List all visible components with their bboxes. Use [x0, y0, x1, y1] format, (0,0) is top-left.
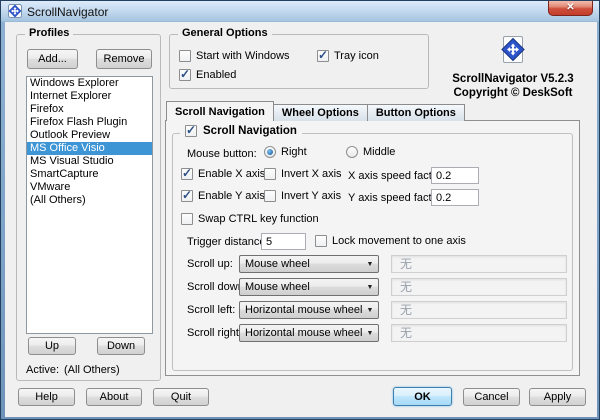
start-with-windows-field[interactable]: Start with Windows: [179, 50, 290, 62]
scroll-left-label: Scroll left:: [187, 304, 235, 316]
profile-list-item[interactable]: Internet Explorer: [27, 90, 152, 103]
profile-list-item[interactable]: Firefox Flash Plugin: [27, 116, 152, 129]
start-with-windows-checkbox[interactable]: [179, 50, 191, 62]
scroll-up-hotkey-field: 无: [391, 255, 567, 273]
help-button[interactable]: Help: [18, 388, 75, 406]
profile-list-item[interactable]: VMware: [27, 181, 152, 194]
invert-x-axis-checkbox[interactable]: [264, 168, 276, 180]
about-button[interactable]: About: [86, 388, 142, 406]
quit-button[interactable]: Quit: [153, 388, 209, 406]
swap-ctrl-field[interactable]: Swap CTRL key function: [181, 213, 319, 225]
general-options-title: General Options: [178, 27, 272, 39]
profile-list-item[interactable]: MS Visual Studio: [27, 155, 152, 168]
scroll-left-dropdown[interactable]: Horizontal mouse wheel ▼: [239, 301, 379, 319]
y-speed-factor-input[interactable]: [431, 189, 479, 206]
profile-list-item[interactable]: (All Others): [27, 194, 152, 207]
enable-x-axis-field[interactable]: Enable X axis: [181, 168, 265, 180]
enable-y-axis-checkbox[interactable]: [181, 190, 193, 202]
cancel-button[interactable]: Cancel: [463, 388, 520, 406]
mouse-button-middle-field[interactable]: Middle: [346, 146, 395, 158]
chevron-down-icon: ▼: [362, 330, 378, 337]
app-version: ScrollNavigator V5.2.3: [435, 73, 591, 85]
active-profile-row: Active: (All Others): [26, 364, 120, 376]
dialog-content: Profiles Add... Remove Windows Explorer …: [5, 22, 597, 417]
tab-wheel-options[interactable]: Wheel Options: [273, 104, 368, 121]
scroll-up-label: Scroll up:: [187, 258, 233, 270]
enable-y-axis-field[interactable]: Enable Y axis: [181, 190, 265, 202]
ok-button[interactable]: OK: [393, 387, 452, 406]
move-down-button[interactable]: Down: [97, 337, 145, 355]
add-profile-button[interactable]: Add...: [27, 49, 78, 69]
enabled-checkbox[interactable]: [179, 69, 191, 81]
scroll-right-dropdown[interactable]: Horizontal mouse wheel ▼: [239, 324, 379, 342]
scroll-left-hotkey-field: 无: [391, 301, 567, 319]
mouse-button-label: Mouse button:: [187, 148, 257, 160]
middle-radio[interactable]: [346, 146, 358, 158]
lock-movement-checkbox[interactable]: [315, 235, 327, 247]
mouse-button-right-field[interactable]: Right: [264, 146, 307, 158]
scroll-down-dropdown[interactable]: Mouse wheel ▼: [239, 278, 379, 296]
profile-list-item[interactable]: Windows Explorer: [27, 77, 152, 90]
invert-x-axis-field[interactable]: Invert X axis: [264, 168, 342, 180]
scroll-navigation-checkbox[interactable]: [185, 125, 197, 137]
active-profile-value: (All Others): [64, 364, 120, 376]
invert-y-axis-checkbox[interactable]: [264, 190, 276, 202]
close-button[interactable]: ✕: [548, 1, 593, 16]
profiles-listbox[interactable]: Windows Explorer Internet Explorer Firef…: [26, 76, 153, 334]
active-label: Active:: [26, 364, 59, 376]
general-options-group: General Options Start with Windows Tray …: [169, 34, 429, 89]
scroll-navigation-group-caption[interactable]: Scroll Navigation: [180, 125, 302, 137]
branding-block: ScrollNavigator V5.2.3 Copyright © DeskS…: [435, 36, 591, 99]
profile-list-item[interactable]: Firefox: [27, 103, 152, 116]
copyright: Copyright © DeskSoft: [435, 87, 591, 99]
tab-strip: Scroll Navigation Wheel Options Button O…: [166, 101, 465, 121]
chevron-down-icon: ▼: [362, 284, 378, 291]
scroll-right-hotkey-field: 无: [391, 324, 567, 342]
titlebar[interactable]: ScrollNavigator ✕: [1, 1, 599, 22]
remove-profile-button[interactable]: Remove: [96, 49, 152, 69]
trigger-distance-label: Trigger distance:: [187, 236, 269, 248]
scroll-navigator-logo-icon: [500, 53, 526, 70]
profiles-group: Profiles Add... Remove Windows Explorer …: [16, 34, 161, 381]
enabled-field[interactable]: Enabled: [179, 69, 236, 81]
scrollnavigator-window: ScrollNavigator ✕ Profiles Add... Remove…: [0, 0, 600, 420]
tray-icon-checkbox[interactable]: [317, 50, 329, 62]
app-icon: [8, 4, 22, 18]
invert-y-axis-field[interactable]: Invert Y axis: [264, 190, 341, 202]
scroll-up-dropdown[interactable]: Mouse wheel ▼: [239, 255, 379, 273]
profile-list-item[interactable]: SmartCapture: [27, 168, 152, 181]
tab-scroll-navigation[interactable]: Scroll Navigation: [166, 101, 274, 121]
enable-x-axis-checkbox[interactable]: [181, 168, 193, 180]
profile-list-item[interactable]: Outlook Preview: [27, 129, 152, 142]
scroll-down-hotkey-field: 无: [391, 278, 567, 296]
chevron-down-icon: ▼: [362, 261, 378, 268]
trigger-distance-input[interactable]: [261, 233, 306, 250]
scroll-navigation-panel: Scroll Navigation Mouse button: Right Mi…: [165, 120, 580, 376]
window-title: ScrollNavigator: [27, 5, 108, 19]
profile-list-item[interactable]: MS Office Visio: [27, 142, 152, 155]
y-speed-factor-label: Y axis speed factor:: [348, 192, 444, 204]
scroll-down-label: Scroll down:: [187, 281, 247, 293]
tray-icon-field[interactable]: Tray icon: [317, 50, 379, 62]
chevron-down-icon: ▼: [362, 307, 378, 314]
lock-movement-field[interactable]: Lock movement to one axis: [315, 235, 466, 247]
profiles-group-title: Profiles: [25, 27, 73, 39]
x-speed-factor-input[interactable]: [431, 167, 479, 184]
swap-ctrl-checkbox[interactable]: [181, 213, 193, 225]
scroll-navigation-group: Scroll Navigation Mouse button: Right Mi…: [172, 133, 573, 371]
scroll-right-label: Scroll right:: [187, 327, 242, 339]
right-radio[interactable]: [264, 146, 276, 158]
move-up-button[interactable]: Up: [28, 337, 76, 355]
apply-button[interactable]: Apply: [529, 388, 586, 406]
tab-button-options[interactable]: Button Options: [367, 104, 465, 121]
close-icon: ✕: [566, 2, 574, 13]
